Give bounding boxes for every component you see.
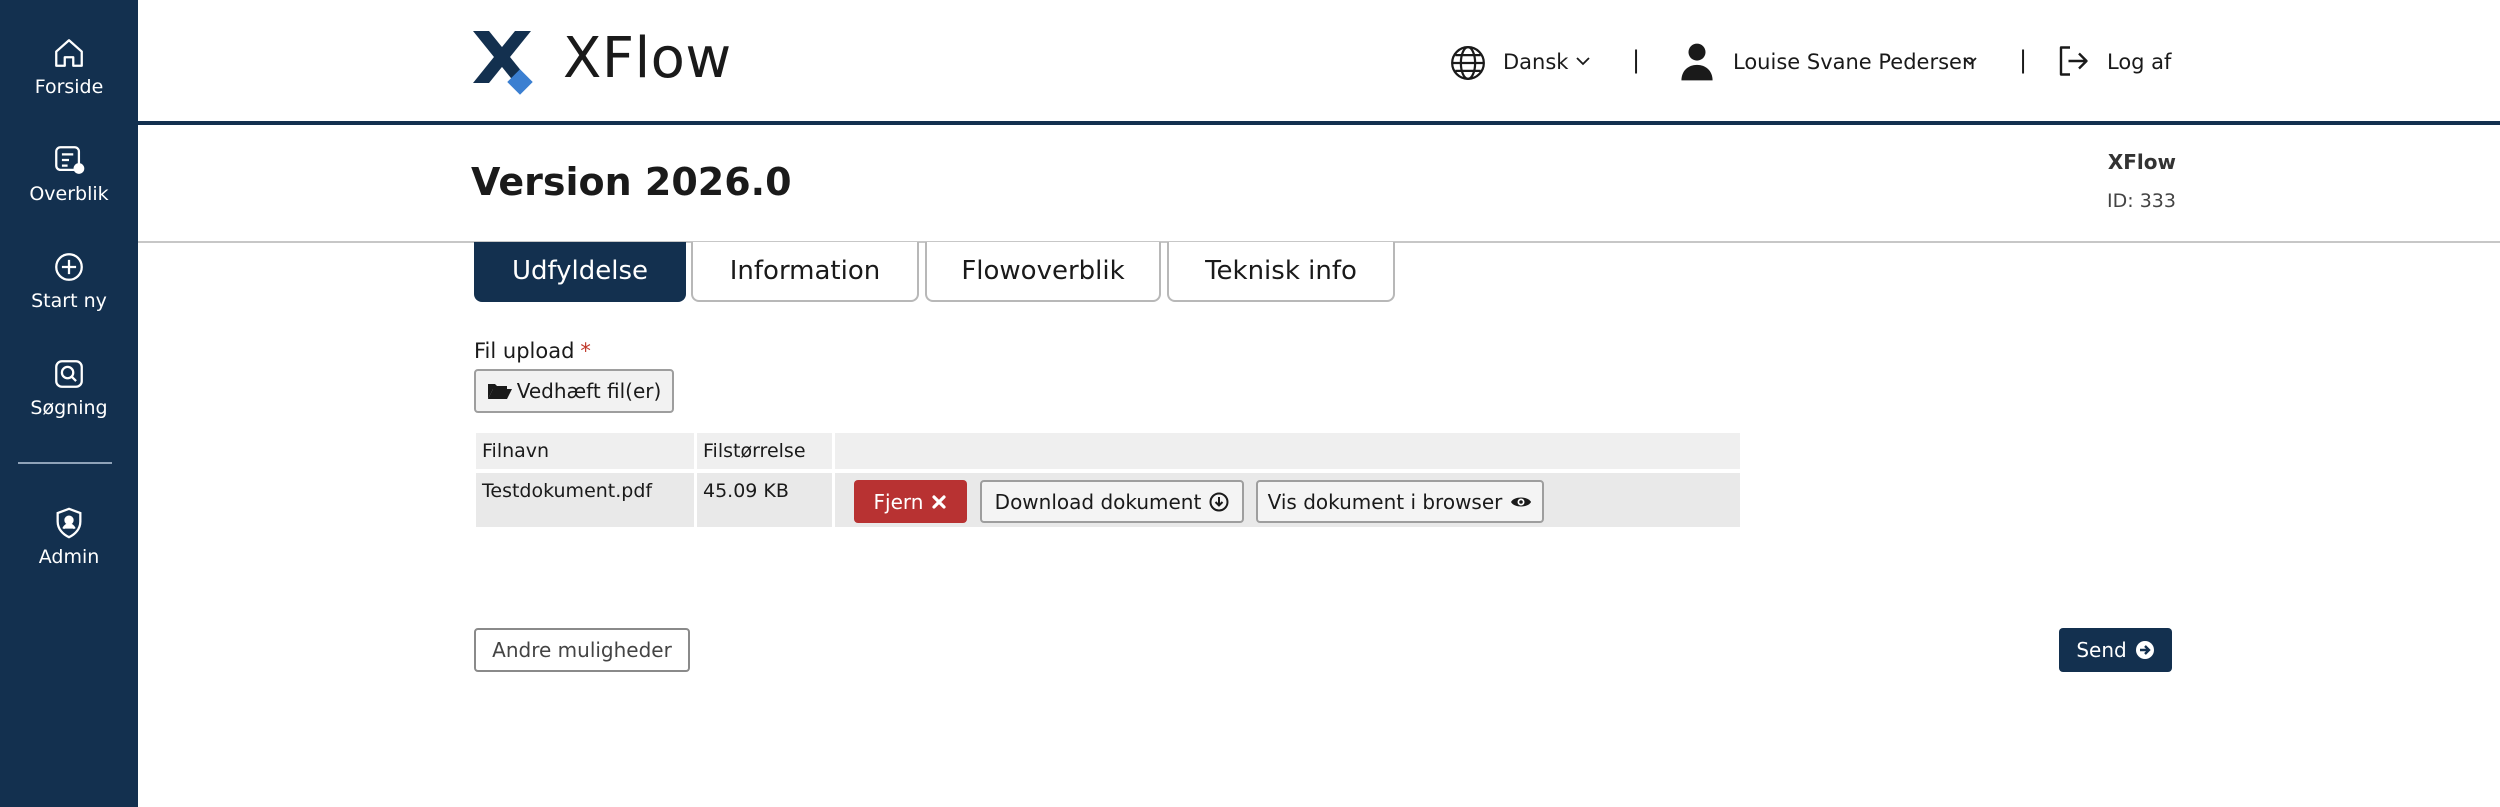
app-id: ID: 333 xyxy=(2107,190,2176,212)
remove-file-button[interactable]: Fjern xyxy=(854,480,967,523)
attach-files-button[interactable]: Vedhæft fil(er) xyxy=(474,369,674,413)
column-header-filstorrelse: Filstørrelse xyxy=(697,433,832,469)
sidebar-item-sogning[interactable]: Søgning xyxy=(0,357,138,457)
tab-flowoverblik[interactable]: Flowoverblik xyxy=(925,242,1161,302)
xflow-logo-icon xyxy=(473,31,533,95)
logout-icon[interactable] xyxy=(2055,43,2091,79)
sidebar-item-label: Admin xyxy=(38,546,100,568)
plus-circle-icon xyxy=(55,253,83,281)
other-options-button[interactable]: Andre muligheder xyxy=(474,628,690,672)
chevron-down-icon[interactable] xyxy=(1963,56,1977,66)
chevron-down-icon[interactable] xyxy=(1576,56,1590,66)
sidebar: Forside Overblik Start ny Søgning Admin xyxy=(0,0,138,807)
file-upload-label-text: Fil upload xyxy=(474,339,575,363)
file-upload-label: Fil upload * xyxy=(474,339,591,363)
logout-link[interactable]: Log af xyxy=(2107,50,2171,74)
required-marker: * xyxy=(580,339,591,363)
sidebar-item-start-ny[interactable]: Start ny xyxy=(0,250,138,350)
sidebar-item-admin[interactable]: Admin xyxy=(0,506,138,606)
home-icon xyxy=(55,39,83,67)
tab-udfyldelse[interactable]: Udfyldelse xyxy=(474,242,686,302)
user-icon[interactable] xyxy=(1680,42,1714,82)
page-title: Version 2026.0 xyxy=(471,160,792,204)
eye-icon xyxy=(1511,497,1532,506)
send-button[interactable]: Send xyxy=(2059,628,2172,672)
sidebar-item-label: Forside xyxy=(34,76,104,98)
header-separator: | xyxy=(1632,46,1641,74)
sidebar-item-overblik[interactable]: Overblik xyxy=(0,143,138,243)
language-select[interactable]: Dansk xyxy=(1503,50,1568,74)
file-size-cell: 45.09 KB xyxy=(697,473,832,527)
close-icon xyxy=(932,494,947,509)
overview-list-icon xyxy=(55,146,85,174)
tab-teknisk-info[interactable]: Teknisk info xyxy=(1167,242,1395,302)
download-document-button[interactable]: Download dokument xyxy=(980,480,1244,523)
globe-icon[interactable] xyxy=(1449,44,1487,82)
sidebar-item-label: Start ny xyxy=(31,290,107,312)
logo-text: XFlow xyxy=(563,26,732,91)
header-separator: | xyxy=(2019,46,2028,74)
search-icon xyxy=(55,360,83,388)
sidebar-item-label: Overblik xyxy=(29,183,109,205)
user-menu[interactable]: Louise Svane Pedersen xyxy=(1733,50,1975,74)
shield-user-icon xyxy=(56,507,82,539)
send-label: Send xyxy=(2076,638,2127,662)
remove-file-label: Fjern xyxy=(873,489,924,514)
file-name-cell: Testdokument.pdf xyxy=(476,473,694,527)
attach-files-label: Vedhæft fil(er) xyxy=(516,379,662,403)
view-document-label: Vis dokument i browser xyxy=(1267,489,1503,514)
sidebar-divider xyxy=(18,462,112,464)
view-document-button[interactable]: Vis dokument i browser xyxy=(1256,480,1544,523)
download-document-label: Download dokument xyxy=(994,489,1202,514)
download-circle-icon xyxy=(1209,492,1229,511)
column-header-actions xyxy=(835,433,1740,469)
folder-open-icon xyxy=(487,384,512,399)
column-header-filnavn: Filnavn xyxy=(476,433,694,469)
sidebar-item-label: Søgning xyxy=(30,397,108,419)
sidebar-item-forside[interactable]: Forside xyxy=(0,36,138,136)
tab-information[interactable]: Information xyxy=(691,242,919,302)
arrow-right-circle-icon xyxy=(2135,641,2154,659)
app-name: XFlow xyxy=(2107,150,2176,174)
